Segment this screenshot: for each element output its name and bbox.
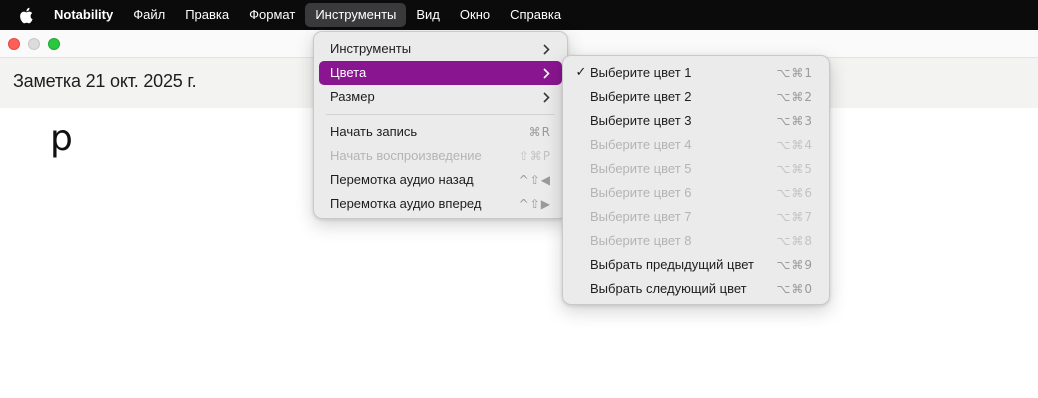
menu-item-label: Выберите цвет 6 (590, 185, 692, 200)
chevron-right-icon (541, 67, 551, 79)
menu-item-shortcut: ⌥⌘0 (776, 282, 813, 296)
menu-item-color-1[interactable]: ✓ Выберите цвет 1 ⌥⌘1 (568, 61, 824, 85)
menu-window[interactable]: Окно (450, 3, 500, 27)
menu-item-label: Инструменты (330, 41, 412, 56)
menu-item-rewind-audio[interactable]: Перемотка аудио назад ^⇧◀ (319, 168, 562, 192)
menu-item-start-recording[interactable]: Начать запись ⌘R (319, 120, 562, 144)
menu-item-label: Выбрать следующий цвет (590, 281, 747, 296)
menu-item-previous-color[interactable]: Выбрать предыдущий цвет ⌥⌘9 (568, 253, 824, 277)
menu-item-color-4: Выберите цвет 4 ⌥⌘4 (568, 133, 824, 157)
menu-item-shortcut: ⌥⌘4 (776, 138, 813, 152)
menu-item-shortcut: ⌥⌘5 (776, 162, 813, 176)
menu-view[interactable]: Вид (406, 3, 450, 27)
menu-item-colors[interactable]: Цвета (319, 61, 562, 85)
menu-item-shortcut: ⌘R (528, 125, 551, 139)
menu-item-label: Выберите цвет 8 (590, 233, 692, 248)
menu-item-forward-audio[interactable]: Перемотка аудио вперед ^⇧▶ (319, 192, 562, 216)
menu-item-label: Выберите цвет 3 (590, 113, 692, 128)
menu-item-label: Выбрать предыдущий цвет (590, 257, 754, 272)
menu-item-label: Начать запись (330, 124, 418, 139)
menu-item-shortcut: ⌥⌘3 (776, 114, 813, 128)
menu-item-tools[interactable]: Инструменты (319, 37, 562, 61)
menu-item-color-3[interactable]: Выберите цвет 3 ⌥⌘3 (568, 109, 824, 133)
zoom-window-button[interactable] (48, 38, 60, 50)
menu-item-shortcut: ⌥⌘9 (776, 258, 813, 272)
menu-item-label: Выберите цвет 2 (590, 89, 692, 104)
checkmark-icon: ✓ (575, 65, 587, 80)
menu-item-label: Выберите цвет 4 (590, 137, 692, 152)
menu-item-label: Выберите цвет 1 (590, 65, 692, 80)
menu-help[interactable]: Справка (500, 3, 571, 27)
menu-item-start-playback: Начать воспроизведение ⇧⌘P (319, 144, 562, 168)
menu-item-color-8: Выберите цвет 8 ⌥⌘8 (568, 229, 824, 253)
menu-item-label: Размер (330, 89, 375, 104)
menu-bar: Notability Файл Правка Формат Инструмент… (0, 0, 1038, 30)
menu-item-label: Выберите цвет 7 (590, 209, 692, 224)
menu-file[interactable]: Файл (123, 3, 175, 27)
menu-item-label: Выберите цвет 5 (590, 161, 692, 176)
chevron-right-icon (541, 91, 551, 103)
menu-format[interactable]: Формат (239, 3, 305, 27)
menu-item-shortcut: ⌥⌘1 (776, 66, 813, 80)
menu-item-shortcut: ⌥⌘7 (776, 210, 813, 224)
menu-item-next-color[interactable]: Выбрать следующий цвет ⌥⌘0 (568, 277, 824, 301)
menu-item-shortcut: ^⇧◀ (518, 173, 551, 187)
minimize-window-button[interactable] (28, 38, 40, 50)
menu-item-color-7: Выберите цвет 7 ⌥⌘7 (568, 205, 824, 229)
chevron-right-icon (541, 43, 551, 55)
menu-item-color-2[interactable]: Выберите цвет 2 ⌥⌘2 (568, 85, 824, 109)
menu-item-label: Перемотка аудио вперед (330, 196, 482, 211)
colors-submenu: ✓ Выберите цвет 1 ⌥⌘1 Выберите цвет 2 ⌥⌘… (562, 55, 830, 305)
menu-separator (326, 114, 555, 115)
menu-item-color-5: Выберите цвет 5 ⌥⌘5 (568, 157, 824, 181)
menu-item-shortcut: ⇧⌘P (518, 149, 551, 163)
tools-menu: Инструменты Цвета Размер Начать запись ⌘… (313, 31, 568, 219)
menu-item-label: Перемотка аудио назад (330, 172, 474, 187)
note-title[interactable]: Заметка 21 окт. 2025 г. (13, 71, 197, 92)
menu-item-shortcut: ^⇧▶ (518, 197, 551, 211)
menu-item-size[interactable]: Размер (319, 85, 562, 109)
menu-item-shortcut: ⌥⌘6 (776, 186, 813, 200)
menu-item-label: Начать воспроизведение (330, 148, 482, 163)
menu-item-color-6: Выберите цвет 6 ⌥⌘6 (568, 181, 824, 205)
apple-icon[interactable] (6, 0, 46, 30)
menu-edit[interactable]: Правка (175, 3, 239, 27)
menu-item-label: Цвета (330, 65, 367, 80)
menu-app-notability[interactable]: Notability (46, 3, 123, 27)
menu-item-shortcut: ⌥⌘2 (776, 90, 813, 104)
close-window-button[interactable] (8, 38, 20, 50)
menu-item-shortcut: ⌥⌘8 (776, 234, 813, 248)
menu-tools[interactable]: Инструменты (305, 3, 407, 27)
note-text[interactable]: p (50, 118, 73, 159)
